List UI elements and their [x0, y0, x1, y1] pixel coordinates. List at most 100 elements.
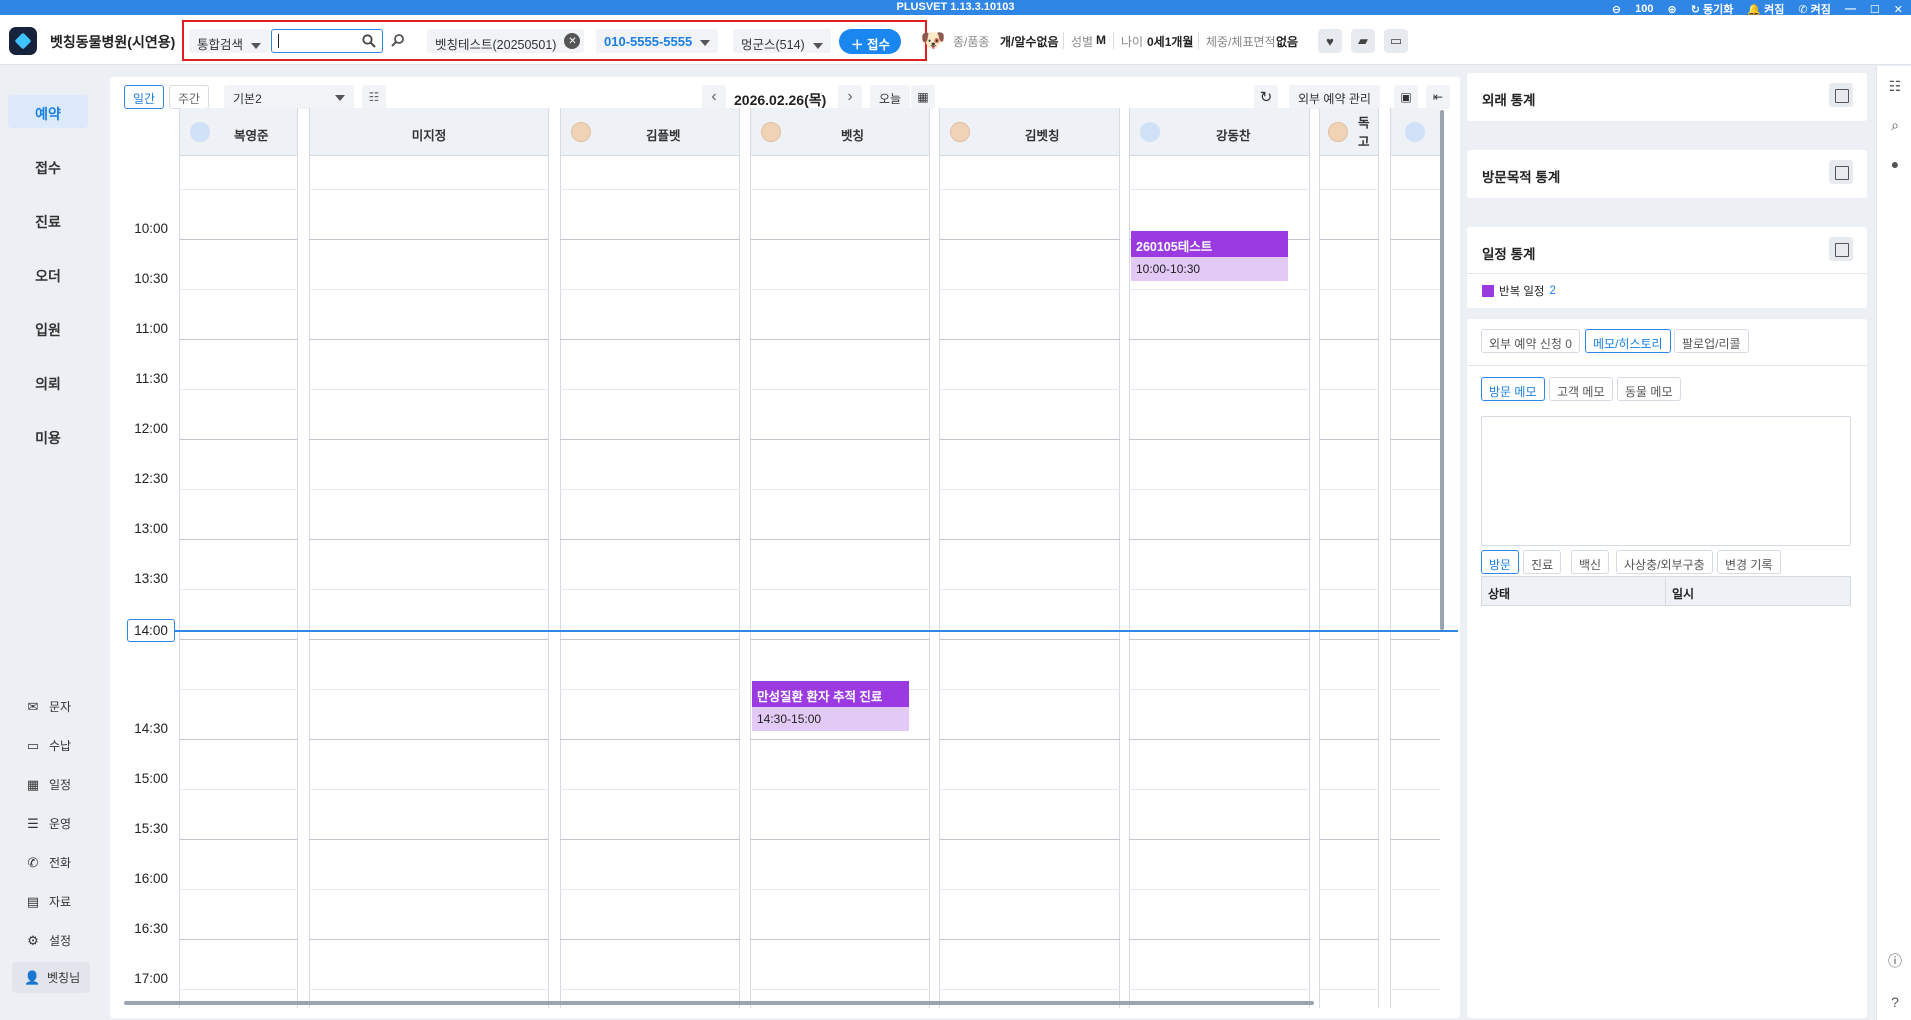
- nav-payment[interactable]: ▭ 수납: [26, 737, 71, 754]
- external-reservation-button[interactable]: 외부 예약 관리: [1289, 85, 1380, 109]
- grid-line: [1319, 839, 1379, 840]
- grid-line: [1390, 589, 1440, 590]
- detail-search-icon[interactable]: [389, 32, 407, 50]
- memo-textarea[interactable]: [1481, 416, 1851, 546]
- nav-schedule[interactable]: ▦ 일정: [26, 776, 71, 793]
- nav-sms[interactable]: ✉ 문자: [26, 698, 72, 715]
- staff-column[interactable]: 김벳칭: [939, 108, 1120, 1008]
- refresh-icon[interactable]: ↻: [1254, 85, 1278, 109]
- avatar: [190, 122, 210, 142]
- filter-icon[interactable]: ☷: [362, 85, 386, 109]
- nav-treatment[interactable]: 진료: [8, 203, 88, 236]
- expand-icon[interactable]: [1829, 83, 1853, 107]
- grid-line: [560, 789, 740, 790]
- help-icon[interactable]: ?: [1886, 993, 1904, 1011]
- close-icon[interactable]: ✕: [1894, 3, 1903, 16]
- avatar: [761, 122, 781, 142]
- nav-order[interactable]: 오더: [8, 257, 88, 290]
- calendar-check-icon[interactable]: ▣: [1394, 85, 1418, 109]
- current-date: 2026.02.26(목): [734, 92, 827, 108]
- top-bar: 벳칭동물병원(시연용) 통합검색 벳칭테스트(20250501) ✕ 010-55…: [0, 15, 1911, 65]
- staff-column[interactable]: [1390, 108, 1440, 1008]
- column-header: 상태: [1488, 587, 1511, 601]
- user-search-icon[interactable]: ⌕: [1886, 116, 1904, 134]
- zoom-out-icon[interactable]: ⊖: [1612, 3, 1621, 16]
- tab-history-vaccine[interactable]: 백신: [1571, 550, 1610, 574]
- appointment-event[interactable]: 260105테스트 10:00-10:30: [1131, 231, 1288, 281]
- grid-line: [1390, 489, 1440, 490]
- calendar-icon[interactable]: ▦: [911, 85, 935, 109]
- zoom-in-icon[interactable]: ⊕: [1667, 3, 1676, 16]
- vertical-scrollbar[interactable]: [1440, 110, 1444, 630]
- clear-customer-icon[interactable]: ✕: [564, 33, 581, 49]
- nav-operation[interactable]: ☰ 운영: [26, 815, 71, 832]
- staff-column[interactable]: 독고: [1319, 108, 1379, 1008]
- nav-reception[interactable]: 접수: [8, 149, 88, 182]
- next-date-button[interactable]: ›: [838, 85, 862, 109]
- tab-followup[interactable]: 팔로업/리콜: [1674, 329, 1749, 353]
- time-label: 15:00: [134, 771, 168, 786]
- grid-line: [750, 639, 930, 640]
- nav-referral[interactable]: 의뢰: [8, 365, 88, 398]
- nav-user[interactable]: 👤 벳칭님: [12, 962, 91, 993]
- phone-select[interactable]: 010-5555-5555: [596, 29, 719, 53]
- tab-visit-memo[interactable]: 방문 메모: [1481, 377, 1545, 401]
- health-icon[interactable]: ♥: [1318, 29, 1342, 53]
- chat-icon[interactable]: ●: [1886, 155, 1904, 173]
- search-icon[interactable]: [361, 33, 377, 49]
- tab-memo-history[interactable]: 메모/히스토리: [1585, 329, 1671, 353]
- nav-settings[interactable]: ⚙ 설정: [26, 932, 71, 949]
- tab-history-treatment[interactable]: 진료: [1523, 550, 1562, 574]
- card-icon[interactable]: ▭: [1384, 29, 1408, 53]
- grid-line: [179, 489, 298, 490]
- grid-line: [1129, 189, 1310, 190]
- card-icon: ▭: [26, 737, 40, 753]
- today-button[interactable]: 오늘: [870, 85, 911, 109]
- event-time: 14:30-15:00: [752, 707, 909, 731]
- tab-daily[interactable]: 일간: [124, 85, 165, 109]
- grid-line: [1129, 689, 1310, 690]
- staff-column[interactable]: 벳칭: [750, 108, 930, 1008]
- nav-phone[interactable]: ✆ 전화: [26, 854, 72, 871]
- nav-reservation[interactable]: 예약: [8, 95, 88, 128]
- user-icon: 👤: [24, 969, 41, 985]
- tab-animal-memo[interactable]: 동물 메모: [1617, 377, 1681, 401]
- nav-grooming[interactable]: 미용: [8, 419, 88, 452]
- tab-history-changes[interactable]: 변경 기록: [1717, 550, 1781, 574]
- staff-column[interactable]: 김플벳: [560, 108, 740, 1008]
- folder-icon[interactable]: ▰: [1351, 29, 1375, 53]
- grid-line: [1319, 889, 1379, 890]
- maximize-icon[interactable]: ☐: [1870, 3, 1880, 16]
- grid-line: [179, 889, 298, 890]
- dog-avatar-icon: 🐶: [920, 29, 946, 52]
- visit-stats-title: 방문목적 통계: [1482, 170, 1561, 185]
- grid-line: [1319, 939, 1379, 940]
- staff-column[interactable]: 복영준: [179, 108, 298, 1008]
- nav-admission[interactable]: 입원: [8, 311, 88, 344]
- grid-line: [1390, 889, 1440, 890]
- tab-weekly[interactable]: 주간: [169, 85, 210, 109]
- expand-icon[interactable]: [1829, 160, 1853, 184]
- layout-select[interactable]: 기본2: [224, 85, 354, 109]
- minimize-icon[interactable]: —: [1845, 3, 1856, 15]
- customer-chip[interactable]: 벳칭테스트(20250501) ✕: [427, 29, 585, 53]
- tab-customer-memo[interactable]: 고객 메모: [1549, 377, 1613, 401]
- search-type-select[interactable]: 통합검색: [189, 29, 270, 53]
- customer-card-icon[interactable]: ☷: [1886, 77, 1904, 95]
- appointment-event[interactable]: 만성질환 환자 추적 진료 14:30-15:00: [752, 681, 909, 731]
- pet-select[interactable]: 멍군스(514): [733, 29, 831, 53]
- tab-external-requests[interactable]: 외부 예약 신청 0: [1481, 329, 1580, 353]
- expand-icon[interactable]: [1829, 237, 1853, 261]
- staff-column[interactable]: 미지정: [309, 108, 549, 1008]
- grid-line: [309, 789, 549, 790]
- collapse-panel-icon[interactable]: ⇤: [1426, 85, 1450, 109]
- tab-history-heartworm[interactable]: 사상충/외부구충: [1616, 550, 1713, 574]
- search-input[interactable]: [271, 29, 383, 53]
- reception-button[interactable]: ＋ 접수: [839, 29, 901, 54]
- tab-history-visit[interactable]: 방문: [1481, 550, 1520, 574]
- horizontal-scrollbar[interactable]: [124, 1001, 1314, 1005]
- nav-data[interactable]: ▤ 자료: [26, 893, 71, 910]
- prev-date-button[interactable]: ‹: [702, 85, 726, 109]
- info-icon[interactable]: ⓘ: [1886, 952, 1904, 970]
- grid-line: [1390, 839, 1440, 840]
